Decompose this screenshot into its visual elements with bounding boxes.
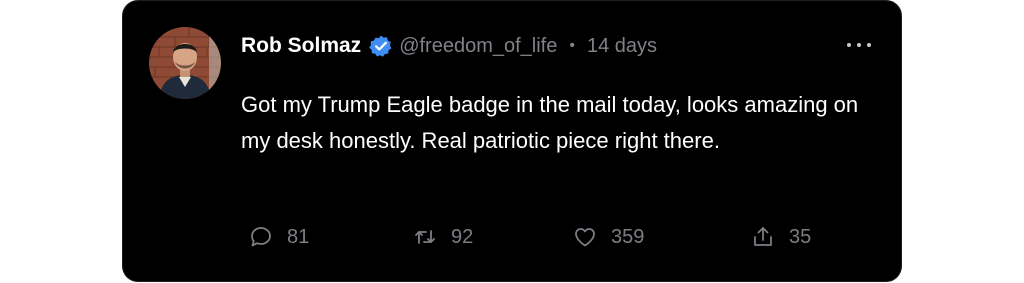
retweet-icon: [415, 230, 435, 244]
retweet-count: 92: [451, 225, 474, 248]
share-count: 35: [789, 225, 812, 248]
verified-badge-icon: [369, 34, 393, 58]
share-button[interactable]: 35: [751, 219, 811, 255]
share-icon: [754, 227, 772, 246]
tweet-actions: 81 92 359 35: [123, 219, 903, 255]
post-time[interactable]: 14 days: [587, 35, 657, 58]
avatar[interactable]: [149, 27, 221, 99]
reply-button[interactable]: 81: [249, 219, 309, 255]
avatar-photo: [149, 27, 221, 99]
separator-dot: •: [569, 37, 575, 54]
reply-icon: [251, 227, 271, 247]
reply-count: 81: [287, 225, 310, 248]
tweet-header: Rob Solmaz @freedom_of_life • 14 days: [241, 31, 657, 61]
like-count: 359: [611, 225, 645, 248]
author-handle[interactable]: @freedom_of_life: [399, 35, 557, 58]
heart-icon: [575, 228, 595, 247]
tweet-card: Rob Solmaz @freedom_of_life • 14 days Go…: [122, 0, 902, 282]
like-button[interactable]: 359: [573, 219, 644, 255]
author-name[interactable]: Rob Solmaz: [241, 34, 361, 58]
retweet-button[interactable]: 92: [413, 219, 473, 255]
tweet-text: Got my Trump Eagle badge in the mail tod…: [241, 92, 859, 153]
more-options-icon[interactable]: [847, 37, 871, 53]
